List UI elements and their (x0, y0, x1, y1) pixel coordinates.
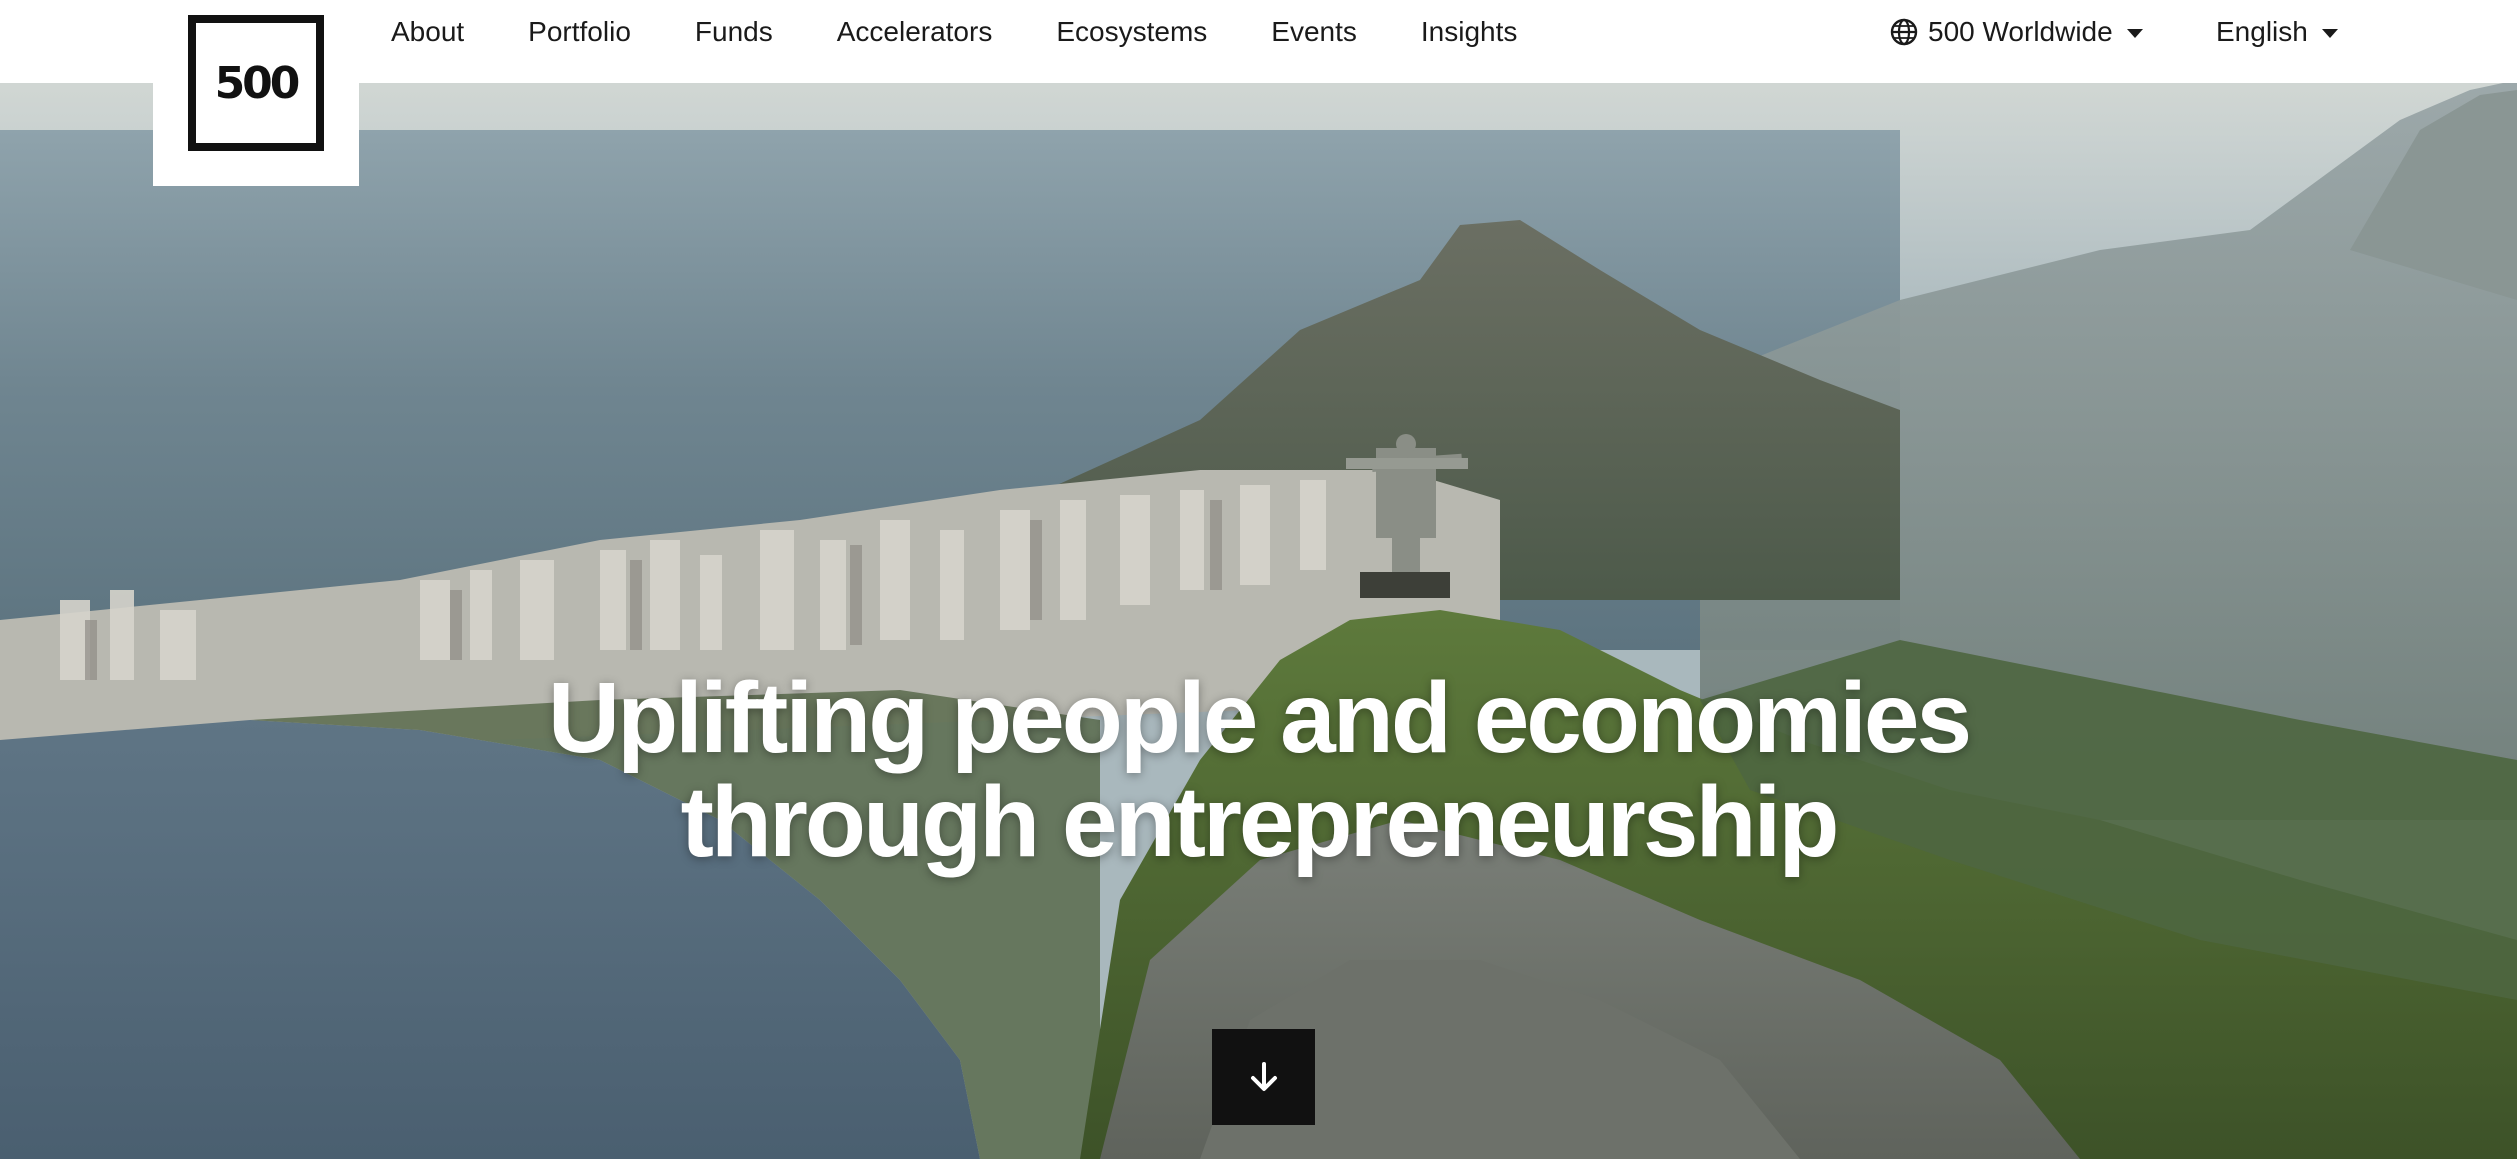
language-selector[interactable]: English (2216, 0, 2338, 64)
nav-item-about[interactable]: About (391, 16, 464, 48)
chevron-down-icon (2126, 28, 2143, 38)
logo[interactable]: 500 (153, 0, 359, 186)
hero-headline-line2: through entrepreneurship (680, 766, 1840, 878)
language-label: English (2216, 16, 2308, 47)
region-selector[interactable]: 500 Worldwide (1890, 0, 2143, 64)
nav-item-events[interactable]: Events (1271, 16, 1357, 48)
hero-headline: Uplifting people and economies through e… (0, 666, 2517, 874)
nav-item-accelerators[interactable]: Accelerators (837, 16, 993, 48)
region-selector-toggle[interactable]: 500 Worldwide (1890, 16, 2143, 48)
hero-headline-line1: Uplifting people and economies (547, 662, 1972, 774)
nav-item-funds[interactable]: Funds (695, 16, 773, 48)
arrow-down-icon (1250, 1062, 1277, 1091)
nav-item-insights[interactable]: Insights (1421, 16, 1518, 48)
region-label: 500 Worldwide (1928, 16, 2113, 47)
language-selector-toggle[interactable]: English (2216, 16, 2338, 48)
nav-item-ecosystems[interactable]: Ecosystems (1056, 16, 1207, 48)
nav-item-portfolio[interactable]: Portfolio (528, 16, 631, 48)
globe-icon (1890, 18, 1918, 46)
page: 500 About Portfolio Funds Accelerators E… (0, 0, 2517, 1159)
hero-background-image (0, 0, 2517, 1159)
logo-text: 500 (214, 57, 301, 109)
chevron-down-icon (2321, 28, 2338, 38)
scroll-down-button[interactable] (1212, 1029, 1315, 1125)
main-nav: About Portfolio Funds Accelerators Ecosy… (391, 0, 1581, 64)
logo-mark: 500 (188, 15, 324, 151)
